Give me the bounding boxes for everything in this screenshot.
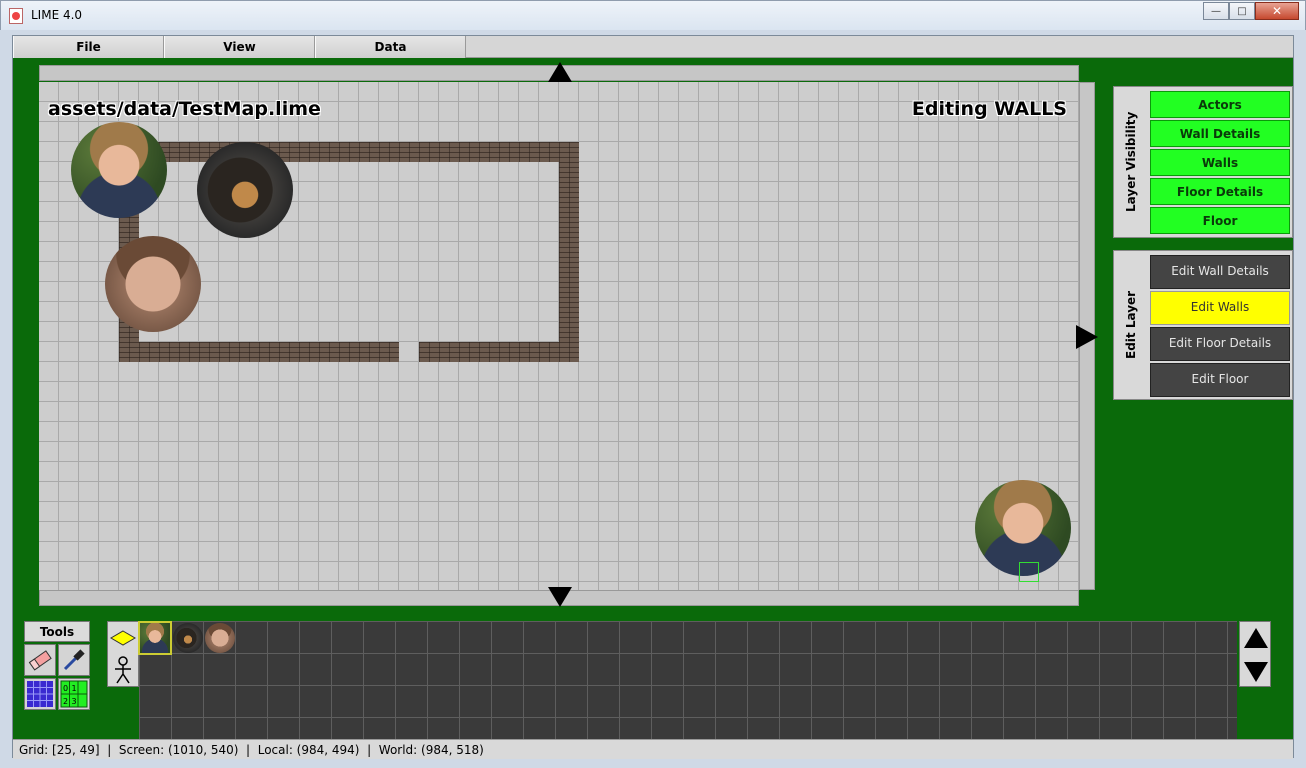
svg-text:1: 1 bbox=[72, 684, 77, 693]
menu-data[interactable]: Data bbox=[315, 36, 466, 58]
edit-floor-details-button[interactable]: Edit Floor Details bbox=[1150, 327, 1290, 361]
triangle-right-icon[interactable] bbox=[1076, 325, 1098, 349]
edit-layer-panel: Edit Layer Edit Wall Details Edit Walls … bbox=[1113, 250, 1293, 400]
wall-bottom-right bbox=[419, 342, 579, 362]
palette-tabs bbox=[107, 621, 139, 687]
status-bar: Grid: [25, 49] | Screen: (1010, 540) | L… bbox=[13, 739, 1293, 759]
window-frame: File View Data assets/data/TestMap.lime … bbox=[0, 30, 1306, 768]
map-filename: assets/data/TestMap.lime bbox=[48, 98, 321, 120]
layer-toggle-wall-details[interactable]: Wall Details bbox=[1150, 120, 1290, 147]
triangle-down-icon[interactable] bbox=[548, 587, 572, 607]
actor-palette-grid[interactable] bbox=[139, 621, 1237, 739]
palette-actor-man[interactable] bbox=[138, 621, 172, 655]
palette-scroll-down-icon[interactable] bbox=[1244, 662, 1268, 682]
layer-toggle-walls[interactable]: Walls bbox=[1150, 149, 1290, 176]
tile-tab[interactable] bbox=[108, 622, 138, 654]
close-icon: ✕ bbox=[1271, 4, 1283, 18]
layer-toggle-actors[interactable]: Actors bbox=[1150, 91, 1290, 118]
java-app-icon bbox=[9, 8, 23, 24]
minimize-icon: — bbox=[1211, 5, 1221, 17]
layer-visibility-title: Layer Visibility bbox=[1124, 111, 1138, 213]
layer-visibility-panel: Layer Visibility Actors Wall Details Wal… bbox=[1113, 86, 1293, 238]
eyedropper-tool[interactable] bbox=[58, 644, 90, 676]
grid-tool[interactable] bbox=[24, 678, 56, 710]
window-titlebar: LIME 4.0 — □ ✕ bbox=[0, 0, 1306, 30]
eraser-tool[interactable] bbox=[24, 644, 56, 676]
edit-mode-label: Editing WALLS bbox=[911, 98, 1067, 120]
maximize-button[interactable]: □ bbox=[1229, 2, 1255, 20]
svg-text:2: 2 bbox=[63, 697, 68, 706]
palette-scroll bbox=[1239, 621, 1271, 687]
actor-cat-portrait[interactable] bbox=[197, 142, 293, 238]
menu-bar: File View Data bbox=[13, 36, 1293, 58]
maximize-icon: □ bbox=[1237, 5, 1247, 17]
layer-toggle-floor-details[interactable]: Floor Details bbox=[1150, 178, 1290, 205]
actor-figure-icon bbox=[115, 656, 131, 684]
edit-wall-details-button[interactable]: Edit Wall Details bbox=[1150, 255, 1290, 289]
edit-walls-button[interactable]: Edit Walls bbox=[1150, 291, 1290, 325]
numbered-grid-tool[interactable]: 01 23 bbox=[58, 678, 90, 710]
svg-text:3: 3 bbox=[72, 697, 77, 706]
map-canvas[interactable]: assets/data/TestMap.lime Editing WALLS bbox=[39, 82, 1079, 590]
eyedropper-icon bbox=[63, 649, 85, 671]
palette-actor-child[interactable] bbox=[205, 623, 235, 653]
numbered-grid-icon: 01 23 bbox=[60, 680, 88, 708]
edit-floor-button[interactable]: Edit Floor bbox=[1150, 363, 1290, 397]
cursor-cell-highlight bbox=[1019, 562, 1039, 582]
actor-child-portrait[interactable] bbox=[105, 236, 201, 332]
menu-view[interactable]: View bbox=[164, 36, 315, 58]
wall-right bbox=[559, 142, 579, 362]
actor-tab[interactable] bbox=[108, 654, 138, 686]
close-button[interactable]: ✕ bbox=[1255, 2, 1299, 20]
tile-layer-icon bbox=[110, 630, 136, 646]
edit-layer-title: Edit Layer bbox=[1124, 290, 1138, 360]
wall-bottom-left bbox=[119, 342, 399, 362]
grid-icon bbox=[27, 681, 53, 707]
palette-scroll-up-icon[interactable] bbox=[1244, 628, 1268, 648]
actor-man-portrait[interactable] bbox=[71, 122, 167, 218]
window-controls: — □ ✕ bbox=[1203, 2, 1299, 20]
app-content: File View Data assets/data/TestMap.lime … bbox=[12, 35, 1294, 759]
minimize-button[interactable]: — bbox=[1203, 2, 1229, 20]
window-title: LIME 4.0 bbox=[31, 8, 83, 22]
triangle-up-icon[interactable] bbox=[548, 62, 572, 82]
svg-text:0: 0 bbox=[63, 684, 68, 693]
tools-title: Tools bbox=[24, 621, 90, 642]
eraser-icon bbox=[28, 650, 52, 671]
layer-toggle-floor[interactable]: Floor bbox=[1150, 207, 1290, 234]
wall-top bbox=[119, 142, 579, 162]
palette-actor-cat[interactable] bbox=[173, 623, 203, 653]
menu-file[interactable]: File bbox=[13, 36, 164, 58]
